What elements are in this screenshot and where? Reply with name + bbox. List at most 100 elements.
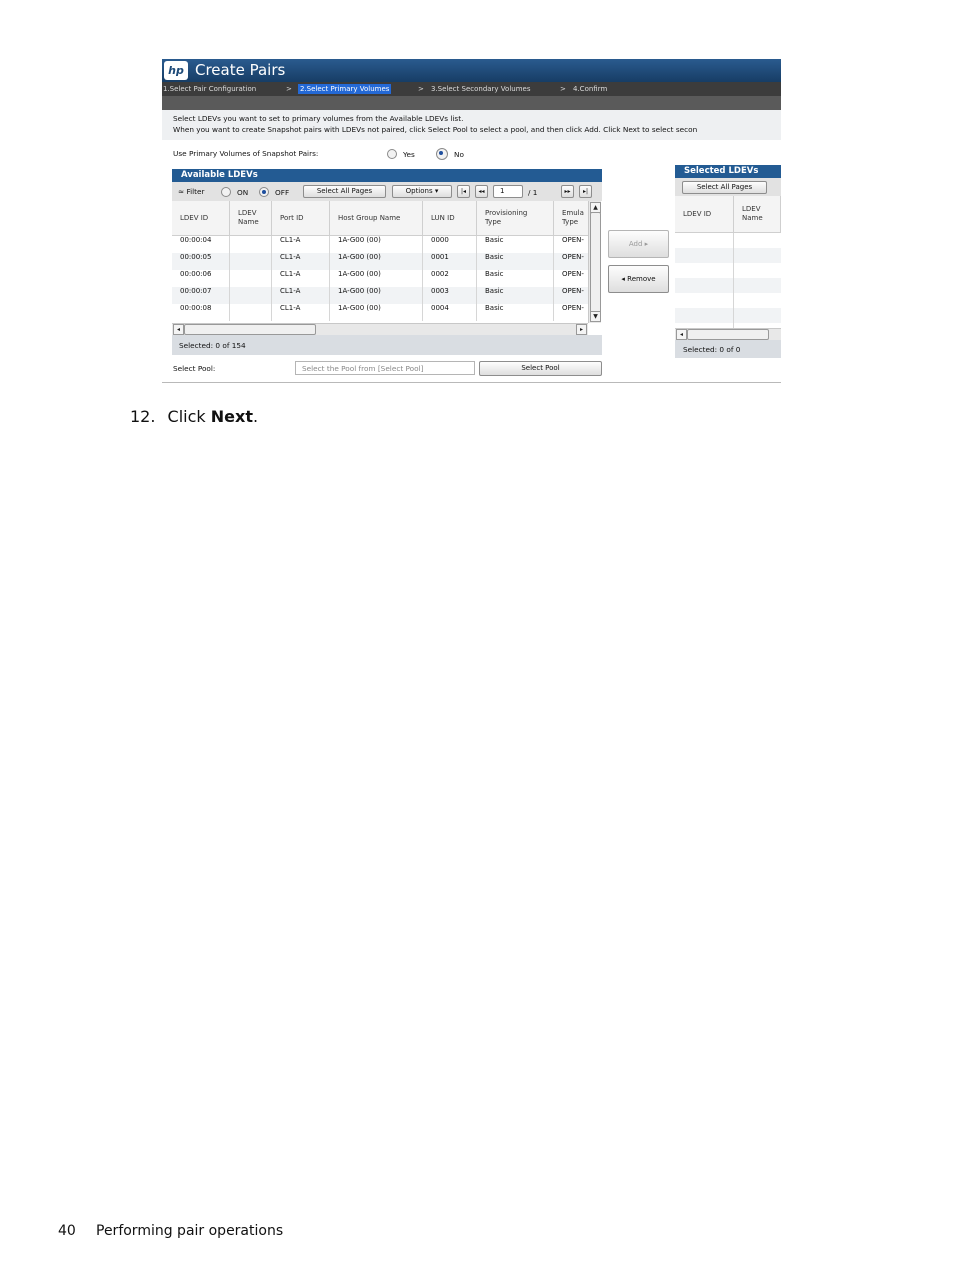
scroll-left-icon[interactable]: ◂ (173, 324, 184, 335)
filter-on-label: ON (237, 188, 249, 197)
step-bold-term: Next (210, 407, 253, 426)
filter-on-radio[interactable] (221, 187, 231, 197)
selected-select-all-pages-button[interactable]: Select All Pages (682, 181, 767, 194)
table-row[interactable]: 00:00:06 CL1-A 1A-G00 (00) 0002 Basic OPEN- (172, 270, 588, 287)
page-total: / 1 (528, 188, 538, 197)
selected-footer: Selected: 0 of 0 (675, 340, 781, 358)
cell-provisioning-type: Basic (477, 270, 554, 287)
column-header-host-group-name[interactable]: Host Group Name (330, 201, 423, 235)
vertical-scrollbar[interactable]: ▲ ▼ (588, 201, 601, 323)
yes-label: Yes (403, 150, 415, 159)
available-selected-count: Selected: 0 of 154 (179, 341, 246, 350)
cell-port-id: CL1-A (272, 287, 330, 304)
scroll-thumb[interactable] (687, 329, 769, 340)
available-ldevs-table: LDEV ID LDEV Name Port ID Host Group Name… (172, 201, 588, 323)
pool-field-placeholder: Select the Pool from [Select Pool] (302, 364, 424, 373)
create-pairs-screenshot: hp Create Pairs 1.Select Pair Configurat… (162, 59, 781, 383)
cell-ldev-id: 00:00:07 (172, 287, 230, 304)
cell-lun-id: 0004 (423, 304, 477, 321)
column-header-ldev-id[interactable]: LDEV ID (172, 201, 230, 235)
cell-emulation-type: OPEN- (554, 304, 588, 321)
column-header-ldev-name[interactable]: LDEV Name (734, 196, 781, 232)
cell-host-group-name: 1A-G00 (00) (330, 304, 423, 321)
available-footer: Selected: 0 of 154 (172, 335, 602, 355)
scroll-thumb[interactable] (590, 212, 601, 314)
yes-radio[interactable] (387, 149, 397, 159)
column-header-provisioning-type[interactable]: Provisioning Type (477, 201, 554, 235)
column-header-ldev-id[interactable]: LDEV ID (675, 196, 734, 232)
page-number: 40 (58, 1223, 76, 1239)
selected-ldevs-header: Selected LDEVs (675, 165, 781, 178)
table-header: LDEV ID LDEV Name Port ID Host Group Name… (172, 201, 588, 236)
cell-port-id: CL1-A (272, 236, 330, 253)
wizard-steps: 1.Select Pair Configuration > 2.Select P… (162, 82, 781, 96)
scroll-down-icon[interactable]: ▼ (590, 311, 601, 322)
window-title-bar: hp Create Pairs (162, 59, 781, 82)
selected-count: Selected: 0 of 0 (683, 345, 741, 354)
options-dropdown[interactable]: Options ▾ (392, 185, 452, 198)
cell-emulation-type: OPEN- (554, 253, 588, 270)
cell-port-id: CL1-A (272, 270, 330, 287)
selected-horizontal-scrollbar[interactable]: ◂ (675, 328, 781, 340)
cell-ldev-name (230, 287, 272, 304)
step-2-current: 2.Select Primary Volumes (298, 84, 392, 94)
available-ldevs-header: Available LDEVs (172, 169, 602, 182)
horizontal-scrollbar[interactable]: ◂ ▸ (172, 323, 588, 335)
selected-toolbar: Select All Pages (675, 178, 781, 196)
page-number-input[interactable]: 1 (493, 185, 523, 198)
column-header-ldev-name[interactable]: LDEV Name (230, 201, 272, 235)
cell-lun-id: 0001 (423, 253, 477, 270)
select-pool-label: Select Pool: (173, 364, 216, 373)
cell-provisioning-type: Basic (477, 304, 554, 321)
arrow-left-icon: ◂ (621, 275, 625, 283)
step-number: 12. (130, 407, 156, 426)
no-radio[interactable] (436, 148, 448, 160)
scroll-thumb[interactable] (184, 324, 316, 335)
next-page-icon[interactable]: ▸▸ (561, 185, 574, 198)
filter-label: Filter (186, 187, 205, 196)
remove-button[interactable]: ◂ Remove (608, 265, 669, 293)
column-header-emulation-type[interactable]: Emula Type (554, 201, 588, 235)
cell-port-id: CL1-A (272, 253, 330, 270)
selected-ldevs-table: LDEV ID LDEV Name (675, 196, 781, 328)
cell-ldev-name (230, 236, 272, 253)
add-button[interactable]: Add ▸ (608, 230, 669, 258)
instructions: Select LDEVs you want to set to primary … (162, 110, 781, 140)
cell-provisioning-type: Basic (477, 253, 554, 270)
cell-ldev-name (230, 304, 272, 321)
cell-emulation-type: OPEN- (554, 270, 588, 287)
step-prefix: Click (167, 407, 211, 426)
table-row[interactable]: 00:00:04 CL1-A 1A-G00 (00) 0000 Basic OPEN- (172, 236, 588, 253)
step-separator: > (560, 85, 566, 93)
column-divider (733, 233, 734, 328)
chevron-down-icon: ▾ (434, 187, 439, 195)
pool-field[interactable]: Select the Pool from [Select Pool] (295, 361, 475, 375)
cell-ldev-id: 00:00:08 (172, 304, 230, 321)
table-row[interactable]: 00:00:05 CL1-A 1A-G00 (00) 0001 Basic OPEN- (172, 253, 588, 270)
select-all-pages-button[interactable]: Select All Pages (303, 185, 386, 198)
arrow-right-icon: ▸ (644, 240, 649, 248)
cell-port-id: CL1-A (272, 304, 330, 321)
cell-provisioning-type: Basic (477, 287, 554, 304)
instruction-line-2: When you want to create Snapshot pairs w… (173, 125, 698, 134)
table-body (675, 233, 781, 328)
cell-ldev-name (230, 270, 272, 287)
cell-emulation-type: OPEN- (554, 287, 588, 304)
table-header: LDEV ID LDEV Name (675, 196, 781, 233)
last-page-icon[interactable]: ▸| (579, 185, 592, 198)
step-separator: > (418, 85, 424, 93)
table-row[interactable]: 00:00:07 CL1-A 1A-G00 (00) 0003 Basic OPEN- (172, 287, 588, 304)
first-page-icon[interactable]: |◂ (457, 185, 470, 198)
previous-page-icon[interactable]: ◂◂ (475, 185, 488, 198)
table-row[interactable]: 00:00:08 CL1-A 1A-G00 (00) 0004 Basic OPEN- (172, 304, 588, 321)
column-header-lun-id[interactable]: LUN ID (423, 201, 477, 235)
cell-ldev-id: 00:00:05 (172, 253, 230, 270)
column-header-port-id[interactable]: Port ID (272, 201, 330, 235)
filter-toggle[interactable]: ≈ Filter (178, 187, 205, 196)
select-pool-button[interactable]: Select Pool (479, 361, 602, 376)
cell-lun-id: 0002 (423, 270, 477, 287)
scroll-right-icon[interactable]: ▸ (576, 324, 587, 335)
filter-off-radio[interactable] (259, 187, 269, 197)
snapshot-option-label: Use Primary Volumes of Snapshot Pairs: (173, 149, 319, 158)
scroll-left-icon[interactable]: ◂ (676, 329, 687, 340)
